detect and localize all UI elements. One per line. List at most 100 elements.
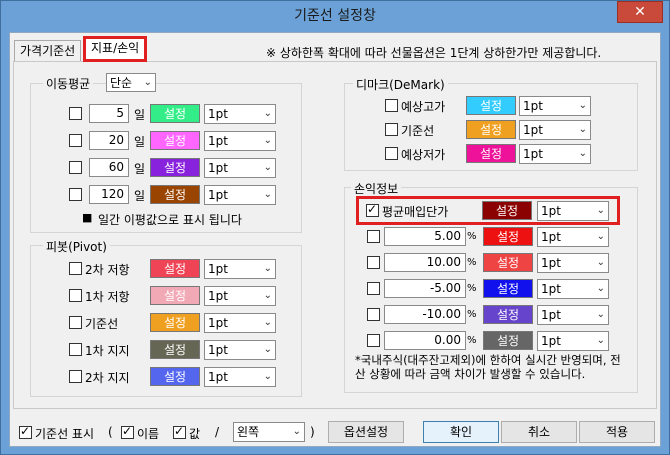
demark-group-title: 디마크(DeMark) (353, 76, 448, 93)
demark-label: 예상고가 (401, 100, 446, 114)
demark-color-button[interactable]: 설정 (466, 96, 516, 115)
pivot-group-title: 피봇(Pivot) (43, 238, 110, 255)
ok-button[interactable]: 확인 (423, 421, 499, 443)
pivot-width-select[interactable]: 1pt ⌄ (204, 286, 276, 306)
pivot-width-select[interactable]: 1pt ⌄ (204, 313, 276, 333)
pnl-checkbox[interactable] (367, 308, 380, 321)
demark-width-select[interactable]: 1pt ⌄ (519, 144, 591, 164)
demark-width-select[interactable]: 1pt ⌄ (519, 96, 591, 116)
ma-color-button[interactable]: 설정 (150, 104, 200, 123)
pivot-checkbox[interactable] (69, 289, 82, 302)
ma-period-input[interactable]: 60 (89, 158, 129, 177)
ma-checkbox[interactable] (69, 161, 82, 174)
ma-color-button[interactable]: 설정 (150, 131, 200, 150)
pivot-width-value: 1pt (208, 289, 228, 303)
pnl-unit-label: % (467, 283, 477, 294)
pnl-width-value: 1pt (541, 334, 561, 348)
pnl-color-button[interactable]: 설정 (483, 305, 533, 324)
pivot-label: 1차 저항 (85, 290, 130, 304)
chevron-down-icon: ⌄ (263, 108, 272, 119)
ma-width-select[interactable]: 1pt ⌄ (204, 158, 276, 178)
pnl-value-input[interactable]: 5.00 (384, 227, 466, 246)
ma-checkbox[interactable] (69, 188, 82, 201)
pivot-label: 1차 지지 (85, 344, 130, 358)
pivot-width-value: 1pt (208, 343, 228, 357)
pnl-checkbox[interactable] (367, 230, 380, 243)
pnl-note: *국내주식(대주잔고제외)에 한하여 실시간 반영되며, 전산 상황에 따라 금… (355, 353, 621, 381)
ma-checkbox[interactable] (69, 134, 82, 147)
pnl-value-input[interactable]: -10.00 (384, 305, 466, 324)
chevron-down-icon: ⌄ (596, 335, 605, 346)
demark-color-button[interactable]: 설정 (466, 120, 516, 139)
close-button[interactable]: ✕ (617, 1, 663, 23)
pivot-color-button[interactable]: 설정 (150, 286, 200, 305)
pnl-width-value: 1pt (541, 230, 561, 244)
pivot-color-button[interactable]: 설정 (150, 340, 200, 359)
pivot-color-button[interactable]: 설정 (150, 367, 200, 386)
pnl-color-button[interactable]: 설정 (483, 331, 533, 350)
pnl-width-select[interactable]: 1pt ⌄ (537, 253, 609, 273)
ma-period-input[interactable]: 120 (89, 185, 129, 204)
pnl-avg-checkbox[interactable] (366, 202, 379, 217)
pivot-width-value: 1pt (208, 316, 228, 330)
ma-color-button[interactable]: 설정 (150, 185, 200, 204)
pivot-width-select[interactable]: 1pt ⌄ (204, 367, 276, 387)
pnl-width-value: 1pt (541, 256, 561, 270)
pivot-width-value: 1pt (208, 370, 228, 384)
pnl-color-button[interactable]: 설정 (483, 279, 533, 298)
pnl-value-input[interactable]: -5.00 (384, 279, 466, 298)
ma-period-input[interactable]: 5 (89, 104, 129, 123)
ma-unit-label: 일 (134, 108, 146, 122)
show-value-checkbox[interactable] (173, 424, 186, 439)
ma-period-input[interactable]: 20 (89, 131, 129, 150)
pivot-checkbox[interactable] (69, 262, 82, 275)
chevron-down-icon: ⌄ (596, 283, 605, 294)
ma-width-select[interactable]: 1pt ⌄ (204, 185, 276, 205)
chevron-down-icon: ⌄ (578, 124, 587, 135)
ma-color-button[interactable]: 설정 (150, 158, 200, 177)
tab-price-baseline[interactable]: 가격기준선 (14, 40, 82, 62)
pnl-checkbox[interactable] (367, 282, 380, 295)
demark-width-value: 1pt (523, 99, 543, 113)
ma-width-select[interactable]: 1pt ⌄ (204, 104, 276, 124)
pnl-color-button[interactable]: 설정 (483, 227, 533, 246)
pnl-avg-color-button[interactable]: 설정 (482, 201, 532, 220)
pivot-checkbox[interactable] (69, 343, 82, 356)
pnl-value-input[interactable]: 0.00 (384, 331, 466, 350)
pnl-avg-width-select[interactable]: 1pt ⌄ (537, 201, 609, 221)
pnl-color-button[interactable]: 설정 (483, 253, 533, 272)
apply-button[interactable]: 적용 (579, 421, 655, 443)
pnl-width-select[interactable]: 1pt ⌄ (537, 331, 609, 351)
pnl-width-select[interactable]: 1pt ⌄ (537, 279, 609, 299)
pivot-width-select[interactable]: 1pt ⌄ (204, 259, 276, 279)
pivot-checkbox[interactable] (69, 316, 82, 329)
pnl-width-select[interactable]: 1pt ⌄ (537, 227, 609, 247)
demark-width-select[interactable]: 1pt ⌄ (519, 120, 591, 140)
position-select[interactable]: 왼쪽 ⌄ (233, 422, 305, 442)
tab-indicator-pnl[interactable]: 지표/손익 (83, 36, 148, 62)
ma-type-select[interactable]: 단순 ⌄ (106, 73, 156, 92)
pnl-width-select[interactable]: 1pt ⌄ (537, 305, 609, 325)
cancel-button[interactable]: 취소 (501, 421, 577, 443)
pivot-width-value: 1pt (208, 262, 228, 276)
pnl-value-input[interactable]: 10.00 (384, 253, 466, 272)
pivot-width-select[interactable]: 1pt ⌄ (204, 340, 276, 360)
show-value-label: 값 (189, 427, 201, 441)
pivot-color-button[interactable]: 설정 (150, 313, 200, 332)
pivot-color-button[interactable]: 설정 (150, 259, 200, 278)
show-baseline-checkbox[interactable] (19, 424, 32, 439)
demark-color-button[interactable]: 설정 (466, 144, 516, 163)
pnl-checkbox[interactable] (367, 256, 380, 269)
pnl-group-title: 손익정보 (351, 180, 402, 197)
ma-checkbox[interactable] (69, 107, 82, 120)
pnl-checkbox[interactable] (367, 334, 380, 347)
show-name-checkbox[interactable] (121, 424, 134, 439)
ma-width-select[interactable]: 1pt ⌄ (204, 131, 276, 151)
chevron-down-icon: ⌄ (263, 371, 272, 382)
pivot-checkbox[interactable] (69, 370, 82, 383)
ma-unit-label: 일 (134, 135, 146, 149)
option-settings-button[interactable]: 옵션설정 (328, 421, 404, 443)
demark-checkbox[interactable] (385, 99, 398, 112)
demark-checkbox[interactable] (385, 123, 398, 136)
demark-checkbox[interactable] (385, 147, 398, 160)
